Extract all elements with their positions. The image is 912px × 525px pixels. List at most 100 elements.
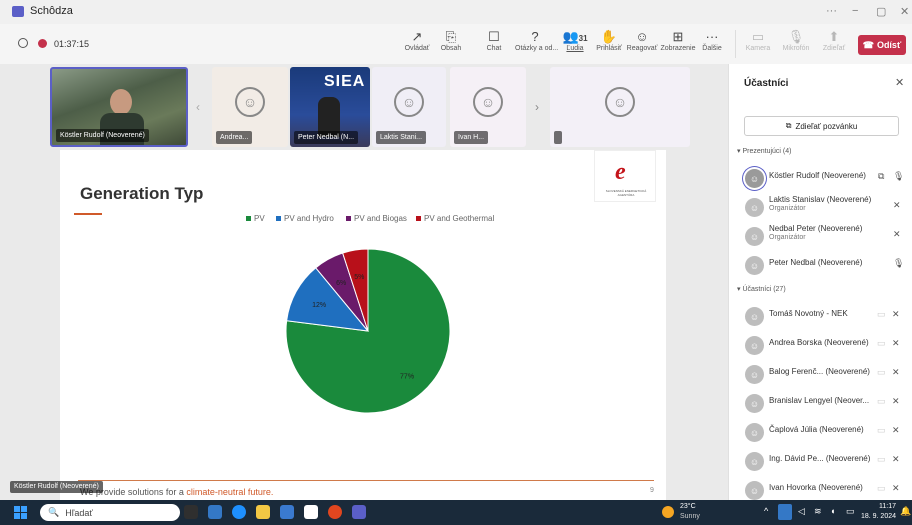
avatar-icon: ☺ bbox=[605, 87, 635, 117]
share-icon: ⬆ bbox=[828, 29, 840, 44]
presenters-header[interactable]: ▾ Prezentujúci (4) bbox=[737, 147, 792, 155]
share-invite-button[interactable]: ⧉ Zdieľať pozvánku bbox=[744, 116, 899, 136]
mic-off-icon: ✕ bbox=[892, 309, 900, 319]
windows-start-icon[interactable] bbox=[14, 506, 27, 519]
outlook-icon[interactable] bbox=[304, 505, 318, 519]
participant-row[interactable]: ☺ Branislav Lengyel (Neover... ▭ ✕ bbox=[729, 390, 912, 418]
video-tile-andrea[interactable]: ☺ Andrea... bbox=[212, 67, 288, 147]
legend-swatch bbox=[346, 216, 351, 222]
taskbar-date[interactable]: 18. 9. 2024 bbox=[858, 513, 896, 520]
participant-row[interactable]: ☺ Laktis Stanislav (Neoverené) Organizát… bbox=[729, 194, 912, 222]
avatar-icon: ☺ bbox=[473, 87, 503, 117]
more-button[interactable]: ··· Ďalšie bbox=[692, 28, 732, 52]
pie-data-label: 6% bbox=[336, 280, 346, 287]
tiles-next-icon[interactable]: › bbox=[535, 100, 539, 114]
teams-logo-icon bbox=[12, 6, 24, 17]
weather-temp[interactable]: 23°C bbox=[680, 503, 696, 510]
people-icon: 👥 bbox=[562, 29, 579, 44]
mic-icon: 🎙 bbox=[893, 258, 905, 268]
participant-row[interactable]: ☺ Čaplová Júlia (Neoverené) ▭ ✕ bbox=[729, 419, 912, 447]
wifi-icon[interactable]: ≋ bbox=[814, 506, 822, 517]
avatar: ☺ bbox=[745, 423, 764, 442]
camera-off-icon: ▭ bbox=[877, 367, 886, 377]
legend-swatch bbox=[246, 216, 251, 222]
tile-name: Laktis Stani... bbox=[376, 131, 427, 144]
slide-footer: We provide solutions for a climate-neutr… bbox=[80, 487, 274, 497]
task-view-icon[interactable] bbox=[184, 505, 198, 519]
tile-name: Köstler Rudolf (Neoverené) bbox=[56, 129, 149, 142]
participant-row[interactable]: ☺ Nedbal Peter (Neoverené) Organizátor ✕ bbox=[729, 223, 912, 251]
tile-name: Ivan H... bbox=[454, 131, 489, 144]
phone-icon: ☎ bbox=[862, 39, 874, 50]
legend-item-pv: PV bbox=[246, 214, 265, 223]
notification-bell-icon[interactable]: 🔔 bbox=[900, 506, 911, 517]
mic-icon: 🎙 bbox=[893, 171, 905, 181]
camera-button[interactable]: ▭ Kamera bbox=[738, 28, 778, 52]
file-explorer-icon[interactable] bbox=[256, 505, 270, 519]
video-tile-laktis[interactable]: ☺ Laktis Stani... bbox=[372, 67, 446, 147]
mic-off-icon: ✕ bbox=[893, 200, 901, 210]
video-tile-ivan[interactable]: ☺ Ivan H... bbox=[450, 67, 526, 147]
meeting-timer: 01:37:15 bbox=[54, 39, 90, 49]
share-content-icon: ⎘ bbox=[445, 29, 457, 44]
mic-off-icon: ✕ bbox=[892, 425, 900, 435]
pie-chart: 77% 12% 6% 5% bbox=[285, 248, 451, 414]
mic-tray-icon[interactable] bbox=[778, 504, 792, 520]
leave-button[interactable]: ☎ Odísť bbox=[858, 35, 906, 55]
legend-item-pv-biogas: PV and Biogas bbox=[346, 214, 407, 223]
legend-swatch bbox=[416, 216, 421, 222]
more-options-icon[interactable]: ··· bbox=[826, 5, 837, 17]
siea-slide-logo: e SLOVENSKÁ ENERGETICKÁ AGENTÚRA bbox=[594, 150, 656, 202]
logo-mark: e bbox=[615, 159, 626, 185]
taskbar-time[interactable]: 11:17 bbox=[868, 503, 896, 510]
participant-row[interactable]: ☺ Balog Ferenč... (Neoverené) ▭ ✕ bbox=[729, 361, 912, 389]
content-button[interactable]: ⎘ Obsah bbox=[431, 28, 471, 52]
react-button[interactable]: ☺ Reagovať bbox=[622, 28, 662, 52]
edge-icon[interactable] bbox=[232, 505, 246, 519]
chat-icon: ☐ bbox=[488, 29, 500, 44]
chrome-icon[interactable] bbox=[328, 505, 342, 519]
camera-off-icon: ▭ bbox=[877, 454, 886, 464]
mic-off-icon: ✕ bbox=[892, 367, 900, 377]
tiles-prev-icon[interactable]: ‹ bbox=[196, 100, 200, 114]
video-tile-extra[interactable]: ☺ bbox=[550, 67, 690, 147]
taskbar-app-icon[interactable] bbox=[208, 505, 222, 519]
title-underline bbox=[74, 213, 102, 215]
window-title: Schôdza bbox=[30, 5, 73, 17]
location-icon: ◁ bbox=[798, 506, 805, 516]
pie-data-label: 77% bbox=[400, 373, 414, 380]
chat-button[interactable]: ☐ Chat bbox=[474, 28, 514, 52]
participant-row[interactable]: ☺ Tomáš Novotný - NEK ▭ ✕ bbox=[729, 303, 912, 331]
participants-panel: Účastníci ✕ ⧉ Zdieľať pozvánku ▾ Prezentu… bbox=[728, 64, 912, 500]
video-tile-peter[interactable]: SIEA Peter Nedbal (N... bbox=[290, 67, 370, 147]
avatar: ☺ bbox=[745, 307, 764, 326]
close-panel-icon[interactable]: ✕ bbox=[895, 76, 904, 89]
mic-off-icon: 🎙 bbox=[787, 29, 805, 44]
recording-icon bbox=[38, 39, 47, 48]
qa-button[interactable]: ? Otázky a od... bbox=[515, 28, 558, 52]
close-icon[interactable]: ✕ bbox=[900, 5, 909, 18]
people-count: 31 bbox=[578, 34, 588, 43]
tray-chevron-icon[interactable]: ^ bbox=[764, 506, 768, 516]
camera-off-icon: ▭ bbox=[877, 396, 886, 406]
share-invite-icon: ⧉ bbox=[785, 121, 792, 130]
toolbar-divider bbox=[735, 30, 736, 58]
participant-row[interactable]: ☺ Köstler Rudolf (Neoverené) ⧉ 🎙 bbox=[729, 165, 912, 193]
share-button[interactable]: ⬆ Zdieľať bbox=[814, 28, 854, 52]
attendees-header[interactable]: ▾ Účastníci (27) bbox=[737, 285, 786, 293]
participant-row[interactable]: ☺ Ing. Dávid Pe... (Neoverené) ▭ ✕ bbox=[729, 448, 912, 476]
teams-taskbar-icon[interactable] bbox=[352, 505, 366, 519]
participant-row[interactable]: ☺ Andrea Borska (Neoverené) ▭ ✕ bbox=[729, 332, 912, 360]
store-icon[interactable] bbox=[280, 505, 294, 519]
battery-icon[interactable]: ▭ bbox=[846, 506, 855, 517]
logo-text: SLOVENSKÁ ENERGETICKÁ AGENTÚRA bbox=[605, 189, 647, 197]
taskbar-search[interactable]: 🔍 Hľadať bbox=[40, 504, 180, 521]
speaker-icon[interactable]: ◖ bbox=[830, 506, 835, 516]
camera-off-icon: ▭ bbox=[877, 425, 886, 435]
maximize-icon[interactable]: ▢ bbox=[876, 5, 886, 18]
more-icon: ··· bbox=[705, 29, 719, 44]
minimize-icon[interactable]: − bbox=[852, 5, 858, 17]
participant-row[interactable]: ☺ Peter Nedbal (Neoverené) 🎙 bbox=[729, 252, 912, 280]
video-tile-presenter[interactable]: Köstler Rudolf (Neoverené) bbox=[50, 67, 188, 147]
mic-button[interactable]: 🎙 Mikrofón bbox=[776, 28, 816, 52]
